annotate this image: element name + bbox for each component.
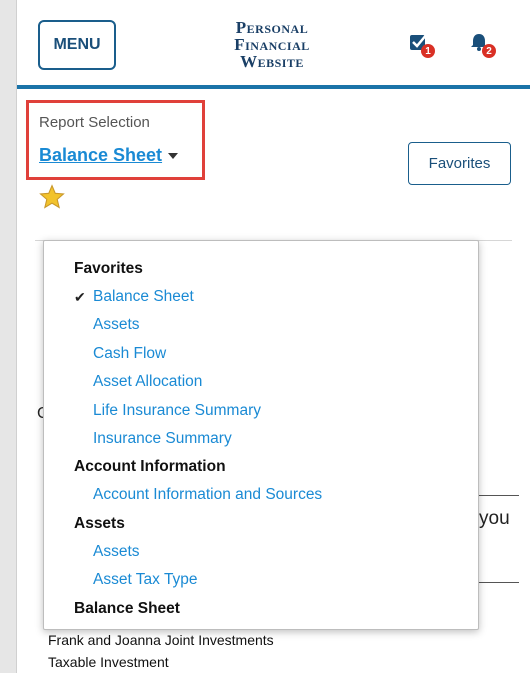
app-header: MENU Personal Financial Website 1 2 <box>17 0 530 89</box>
list-item[interactable]: Frank and Joanna Joint Investments <box>48 629 274 651</box>
menu-item-insurance-summary[interactable]: Insurance Summary <box>74 427 322 455</box>
group-favorites: Favorites <box>74 260 143 277</box>
menu-item-balance-sheet[interactable]: ✔ Balance Sheet <box>74 285 322 313</box>
brand-line-1: Personal <box>235 18 309 37</box>
checkmark-icon: ✔ <box>74 289 86 305</box>
menu-item-label: Balance Sheet <box>93 288 194 305</box>
menu-item-account-information-sources[interactable]: Account Information and Sources <box>74 483 322 511</box>
tasks-badge: 1 <box>421 44 435 58</box>
star-icon[interactable] <box>39 184 65 210</box>
menu-item-assets[interactable]: Assets <box>74 313 322 341</box>
menu-item-assets[interactable]: Assets <box>74 540 322 568</box>
favorites-button[interactable]: Favorites <box>408 142 511 185</box>
brand-line-3: Website <box>240 52 304 71</box>
group-account-information: Account Information <box>74 458 226 476</box>
menu-item-cash-flow[interactable]: Cash Flow <box>74 342 322 370</box>
report-dropdown-menu: Favorites ✔ Balance Sheet Assets Cash Fl… <box>43 240 479 630</box>
notifications-button[interactable]: 2 <box>469 32 499 62</box>
brand-line-2: Financial <box>234 35 310 54</box>
app-frame: MENU Personal Financial Website 1 2 Repo… <box>16 0 530 673</box>
background-text-fragment: you <box>479 508 510 529</box>
notifications-badge: 2 <box>482 44 496 58</box>
account-list: Frank and Joanna Joint Investments Taxab… <box>48 629 274 673</box>
menu-item-asset-tax-type[interactable]: Asset Tax Type <box>74 568 322 596</box>
group-balance-sheet: Balance Sheet <box>74 599 180 617</box>
site-brand[interactable]: Personal Financial Website <box>207 19 337 70</box>
menu-item-asset-allocation[interactable]: Asset Allocation <box>74 370 322 398</box>
divider <box>479 495 519 496</box>
list-item[interactable]: Taxable Investment <box>48 651 274 673</box>
highlight-box <box>26 100 205 180</box>
group-assets: Assets <box>74 514 125 532</box>
menu-button[interactable]: MENU <box>38 20 116 70</box>
tasks-button[interactable]: 1 <box>407 32 437 62</box>
menu-item-life-insurance-summary[interactable]: Life Insurance Summary <box>74 399 322 427</box>
divider <box>479 582 519 583</box>
